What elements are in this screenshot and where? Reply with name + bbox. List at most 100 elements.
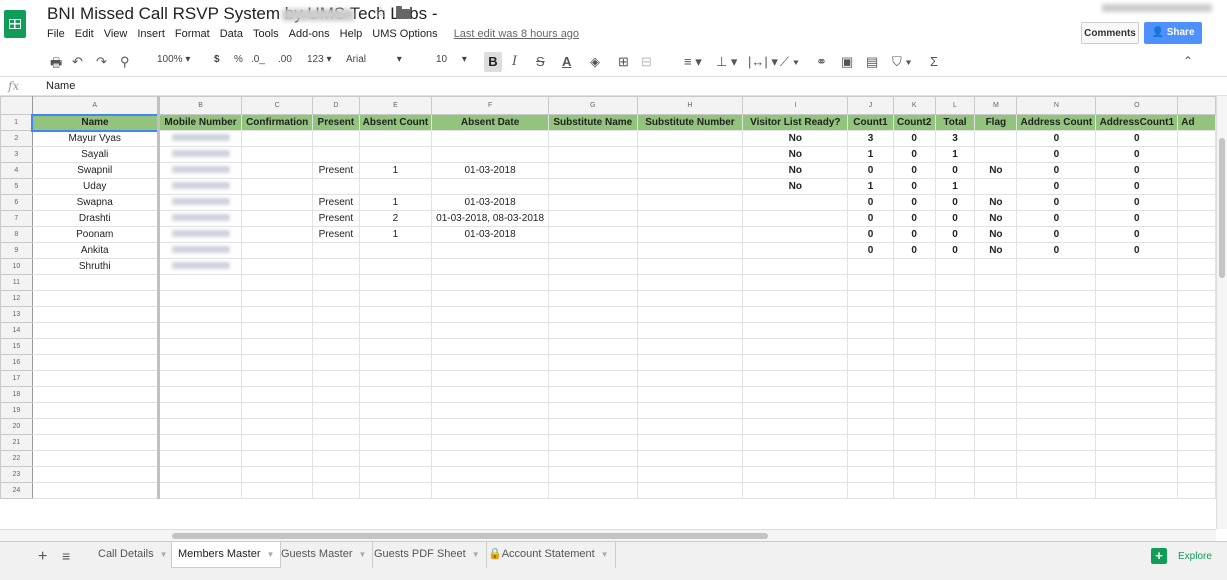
flag-cell[interactable] bbox=[974, 130, 1018, 147]
row-number[interactable]: 8 bbox=[0, 226, 33, 243]
count1-cell[interactable] bbox=[847, 306, 894, 323]
absent-date-cell[interactable] bbox=[431, 146, 549, 163]
address-count-cell[interactable]: 0 bbox=[1016, 242, 1097, 259]
bold-button[interactable]: B bbox=[484, 52, 502, 72]
row-number[interactable]: 12 bbox=[0, 290, 33, 307]
absent-count-cell[interactable] bbox=[358, 146, 433, 163]
visitor-list-cell[interactable] bbox=[742, 450, 849, 467]
count1-cell[interactable]: 0 bbox=[847, 242, 894, 259]
absent-count-cell[interactable] bbox=[358, 322, 433, 339]
merge-cells-icon[interactable]: ⊟ bbox=[641, 54, 652, 70]
mobile-cell[interactable] bbox=[157, 290, 243, 307]
visitor-list-cell[interactable]: No bbox=[742, 146, 849, 163]
addresscount1-cell[interactable] bbox=[1095, 466, 1179, 483]
column-header[interactable]: L bbox=[934, 96, 976, 115]
substitute-name-cell[interactable] bbox=[547, 242, 638, 259]
address-count-cell[interactable] bbox=[1016, 466, 1097, 483]
total-cell[interactable] bbox=[934, 434, 976, 451]
row-number[interactable]: 20 bbox=[0, 418, 33, 435]
total-cell[interactable] bbox=[934, 258, 976, 275]
name-cell[interactable]: Shruthi bbox=[31, 258, 160, 275]
present-cell[interactable] bbox=[312, 466, 360, 483]
count2-cell[interactable]: 0 bbox=[892, 194, 936, 211]
addresscount1-cell[interactable]: 0 bbox=[1095, 210, 1179, 227]
text-wrap-icon[interactable]: |↔| ▾ bbox=[748, 54, 778, 70]
count2-cell[interactable] bbox=[892, 322, 936, 339]
ad-cell[interactable] bbox=[1177, 226, 1216, 243]
mobile-cell[interactable] bbox=[157, 258, 243, 275]
count2-cell[interactable] bbox=[892, 386, 936, 403]
all-sheets-icon[interactable]: ≡ bbox=[62, 548, 70, 564]
address-count-cell[interactable] bbox=[1016, 434, 1097, 451]
present-cell[interactable] bbox=[312, 178, 360, 195]
absent-count-cell[interactable] bbox=[358, 418, 433, 435]
borders-icon[interactable]: ⊞ bbox=[618, 54, 629, 70]
addresscount1-cell[interactable] bbox=[1095, 354, 1179, 371]
absent-count-cell[interactable] bbox=[358, 290, 433, 307]
substitute-number-cell[interactable] bbox=[636, 354, 744, 371]
substitute-name-cell[interactable] bbox=[547, 178, 638, 195]
count2-cell[interactable] bbox=[892, 466, 936, 483]
flag-cell[interactable]: No bbox=[974, 226, 1018, 243]
mobile-cell[interactable] bbox=[157, 386, 243, 403]
menu-tools[interactable]: Tools bbox=[253, 28, 279, 40]
addresscount1-cell[interactable]: 0 bbox=[1095, 194, 1179, 211]
tab-guests-master[interactable]: Guests Master ▼ bbox=[275, 542, 374, 568]
absent-date-cell[interactable] bbox=[431, 130, 549, 147]
address-count-cell[interactable] bbox=[1016, 482, 1097, 499]
insert-link-icon[interactable]: ⚭ bbox=[816, 54, 827, 70]
flag-cell[interactable] bbox=[974, 466, 1018, 483]
confirmation-cell[interactable] bbox=[241, 450, 314, 467]
absent-count-cell[interactable] bbox=[358, 402, 433, 419]
substitute-number-cell[interactable] bbox=[636, 418, 744, 435]
menu-addons[interactable]: Add-ons bbox=[289, 28, 330, 40]
header-cell-total[interactable]: Total bbox=[934, 114, 976, 131]
name-cell[interactable] bbox=[31, 274, 160, 291]
row-number[interactable]: 13 bbox=[0, 306, 33, 323]
absent-count-cell[interactable] bbox=[358, 178, 433, 195]
name-cell[interactable] bbox=[31, 450, 160, 467]
name-cell[interactable]: Swapna bbox=[31, 194, 160, 211]
count1-cell[interactable]: 1 bbox=[847, 146, 894, 163]
present-cell[interactable] bbox=[312, 146, 360, 163]
tab-account-statement[interactable]: 🔒Account Statement ▼ bbox=[482, 542, 616, 568]
addresscount1-cell[interactable]: 0 bbox=[1095, 226, 1179, 243]
address-count-cell[interactable]: 0 bbox=[1016, 146, 1097, 163]
count2-cell[interactable] bbox=[892, 370, 936, 387]
total-cell[interactable]: 0 bbox=[934, 162, 976, 179]
select-all-corner[interactable] bbox=[0, 96, 33, 115]
column-header[interactable]: I bbox=[742, 96, 849, 115]
count2-cell[interactable] bbox=[892, 434, 936, 451]
absent-date-cell[interactable] bbox=[431, 466, 549, 483]
mobile-cell[interactable] bbox=[157, 274, 243, 291]
addresscount1-cell[interactable] bbox=[1095, 482, 1179, 499]
substitute-name-cell[interactable] bbox=[547, 274, 638, 291]
substitute-name-cell[interactable] bbox=[547, 450, 638, 467]
address-count-cell[interactable] bbox=[1016, 322, 1097, 339]
visitor-list-cell[interactable] bbox=[742, 226, 849, 243]
header-cell-absent-count[interactable]: Absent Count bbox=[358, 114, 433, 131]
substitute-number-cell[interactable] bbox=[636, 402, 744, 419]
total-cell[interactable] bbox=[934, 466, 976, 483]
flag-cell[interactable] bbox=[974, 338, 1018, 355]
mobile-cell[interactable] bbox=[157, 162, 243, 179]
mobile-cell[interactable] bbox=[157, 194, 243, 211]
substitute-number-cell[interactable] bbox=[636, 210, 744, 227]
ad-cell[interactable] bbox=[1177, 466, 1216, 483]
total-cell[interactable] bbox=[934, 450, 976, 467]
present-cell[interactable] bbox=[312, 258, 360, 275]
column-header[interactable]: F bbox=[431, 96, 549, 115]
row-number[interactable]: 2 bbox=[0, 130, 33, 147]
substitute-name-cell[interactable] bbox=[547, 466, 638, 483]
ad-cell[interactable] bbox=[1177, 146, 1216, 163]
total-cell[interactable]: 3 bbox=[934, 130, 976, 147]
ad-cell[interactable] bbox=[1177, 274, 1216, 291]
addresscount1-cell[interactable] bbox=[1095, 450, 1179, 467]
name-cell[interactable] bbox=[31, 482, 160, 499]
mobile-cell[interactable] bbox=[157, 466, 243, 483]
menu-format[interactable]: Format bbox=[175, 28, 210, 40]
present-cell[interactable] bbox=[312, 482, 360, 499]
addresscount1-cell[interactable] bbox=[1095, 290, 1179, 307]
visitor-list-cell[interactable] bbox=[742, 306, 849, 323]
count1-cell[interactable] bbox=[847, 354, 894, 371]
